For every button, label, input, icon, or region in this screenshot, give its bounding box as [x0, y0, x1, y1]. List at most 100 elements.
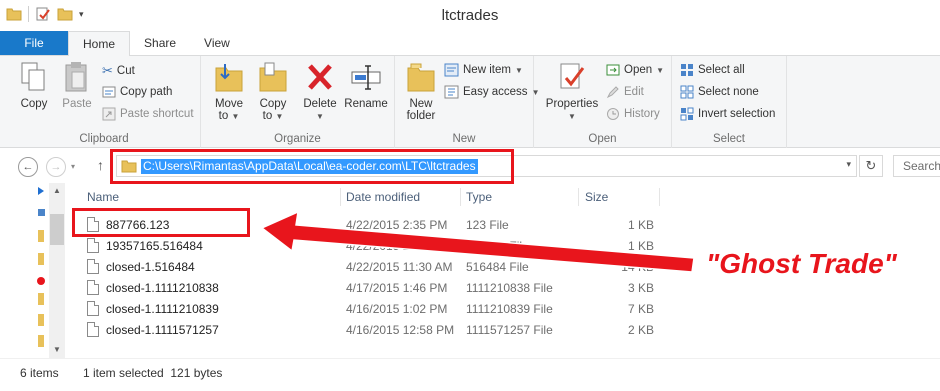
open-group-label: Open: [588, 133, 617, 145]
copy-label: Copy: [20, 98, 48, 110]
new-group-label: New: [452, 133, 476, 145]
paste-shortcut-label: Paste shortcut: [120, 108, 194, 120]
select-none-button[interactable]: Select none: [680, 85, 759, 99]
file-type: 1111210839 File: [466, 302, 553, 316]
file-name: closed-1.1111210839: [106, 302, 219, 316]
copy-to-button[interactable]: Copy to ▼: [253, 60, 293, 122]
properties-button[interactable]: Properties ▼: [542, 60, 602, 122]
file-date: 4/16/2015 1:02 PM: [346, 302, 448, 316]
file-icon: [87, 259, 99, 274]
select-all-button[interactable]: Select all: [680, 63, 745, 77]
column-separator[interactable]: [578, 188, 579, 206]
paste-shortcut-icon: [102, 107, 116, 121]
address-dropdown-icon[interactable]: ▾: [846, 159, 851, 170]
refresh-icon: ↻: [865, 158, 877, 173]
scrollbar-thumb[interactable]: [50, 214, 64, 245]
ribbon-tabs: File Home Share View: [0, 31, 940, 57]
copy-button[interactable]: Copy: [14, 60, 54, 110]
tab-home[interactable]: Home: [68, 31, 131, 57]
clipboard-group-label: Clipboard: [79, 133, 129, 145]
invert-selection-button[interactable]: Invert selection: [680, 107, 775, 121]
new-item-button[interactable]: New item ▼: [444, 63, 523, 77]
cut-button[interactable]: ✂ Cut: [102, 63, 135, 79]
edit-button[interactable]: Edit: [606, 85, 644, 99]
recent-locations-icon[interactable]: ▾: [71, 162, 75, 171]
title-bar: ▾ ltctrades: [0, 0, 940, 31]
select-group-label: Select: [713, 133, 745, 145]
tab-view[interactable]: View: [190, 31, 244, 55]
history-button[interactable]: History: [606, 107, 660, 121]
ghost-trade-annotation: "Ghost Trade": [706, 248, 897, 279]
properties-icon: [560, 63, 585, 89]
tab-file[interactable]: File: [0, 31, 68, 55]
edit-label: Edit: [624, 86, 644, 98]
invert-selection-label: Invert selection: [698, 108, 776, 120]
scroll-up-icon[interactable]: ▲: [53, 186, 61, 195]
file-date: 4/22/2015 2:35 PM: [346, 218, 448, 232]
move-to-icon: [215, 64, 243, 92]
column-header-date[interactable]: Date modified: [346, 187, 420, 207]
column-header-type[interactable]: Type: [466, 187, 492, 207]
back-button[interactable]: ←: [18, 157, 38, 177]
file-date: 4/17/2015 1:46 PM: [346, 281, 448, 295]
copy-path-icon: [102, 86, 116, 98]
file-type: 516484 File: [466, 239, 529, 253]
copy-path-button[interactable]: Copy path: [102, 85, 172, 99]
file-row[interactable]: closed-1.1111571257 4/16/2015 12:58 PM 1…: [66, 320, 940, 340]
column-separator[interactable]: [460, 188, 461, 206]
new-item-icon: [444, 63, 459, 77]
column-separator[interactable]: [659, 188, 660, 206]
navigation-scrollbar[interactable]: ▲ ▼: [49, 183, 65, 358]
copy-icon: [21, 62, 45, 91]
history-label: History: [624, 108, 660, 120]
tab-share[interactable]: Share: [130, 31, 190, 55]
file-row[interactable]: closed-1.1111210839 4/16/2015 1:02 PM 11…: [66, 299, 940, 319]
open-button[interactable]: Open ▼: [606, 63, 664, 77]
easy-access-button[interactable]: Easy access ▼: [444, 85, 539, 99]
file-date: 4/16/2015 12:58 PM: [346, 323, 455, 337]
organize-group: Move to ▼ Copy to ▼ Delete ▼ Rename Orga…: [201, 56, 395, 148]
item-count: 6 items: [20, 366, 59, 380]
file-icon: [87, 322, 99, 337]
file-icon: [87, 280, 99, 295]
rename-icon: [351, 65, 381, 90]
copy-to-label-2: to: [262, 110, 273, 122]
delete-icon: [308, 64, 332, 90]
paste-shortcut-button[interactable]: Paste shortcut: [102, 107, 194, 121]
back-arrow-icon: ←: [22, 161, 34, 173]
move-to-label: Move: [214, 98, 244, 110]
column-header-size[interactable]: Size: [585, 187, 608, 207]
file-name: 19357165.516484: [106, 239, 203, 253]
column-separator[interactable]: [340, 188, 341, 206]
file-size: 14 KB: [621, 260, 654, 274]
file-type: 1111210838 File: [466, 281, 553, 295]
forward-button[interactable]: →: [46, 157, 66, 177]
delete-button[interactable]: Delete ▼: [299, 60, 341, 122]
rename-button[interactable]: Rename: [343, 60, 389, 110]
refresh-button[interactable]: ↻: [859, 155, 883, 177]
new-folder-button[interactable]: New folder: [401, 60, 441, 122]
copy-to-icon: [259, 62, 287, 92]
move-to-label-2: to: [218, 110, 229, 122]
new-folder-label-2: folder: [406, 110, 436, 122]
scroll-down-icon[interactable]: ▼: [53, 345, 61, 354]
ribbon: Copy Paste ✂ Cut Copy path Paste shortcu…: [0, 56, 940, 148]
clipboard-group: Copy Paste ✂ Cut Copy path Paste shortcu…: [8, 56, 201, 148]
open-dropdown-icon: ▼: [656, 65, 665, 75]
open-label: Open: [624, 64, 653, 76]
easy-access-label: Easy access: [463, 86, 528, 98]
file-name: closed-1.516484: [106, 260, 195, 274]
new-folder-label: New: [409, 98, 433, 110]
file-row[interactable]: closed-1.1111210838 4/17/2015 1:46 PM 11…: [66, 278, 940, 298]
move-to-button[interactable]: Move to ▼: [209, 60, 249, 122]
window-title: ltctrades: [441, 7, 499, 24]
search-input[interactable]: Search: [893, 155, 940, 177]
select-group: Select all Select none Invert selection …: [672, 56, 787, 148]
file-type: 516484 File: [466, 260, 529, 274]
file-icon: [87, 301, 99, 316]
column-header-name[interactable]: Name: [87, 187, 119, 207]
rename-label: Rename: [344, 98, 388, 110]
paste-button[interactable]: Paste: [58, 60, 96, 110]
up-arrow-icon[interactable]: ↑: [97, 157, 104, 173]
file-date: 4/22/2015 11:30 AM: [346, 260, 453, 274]
